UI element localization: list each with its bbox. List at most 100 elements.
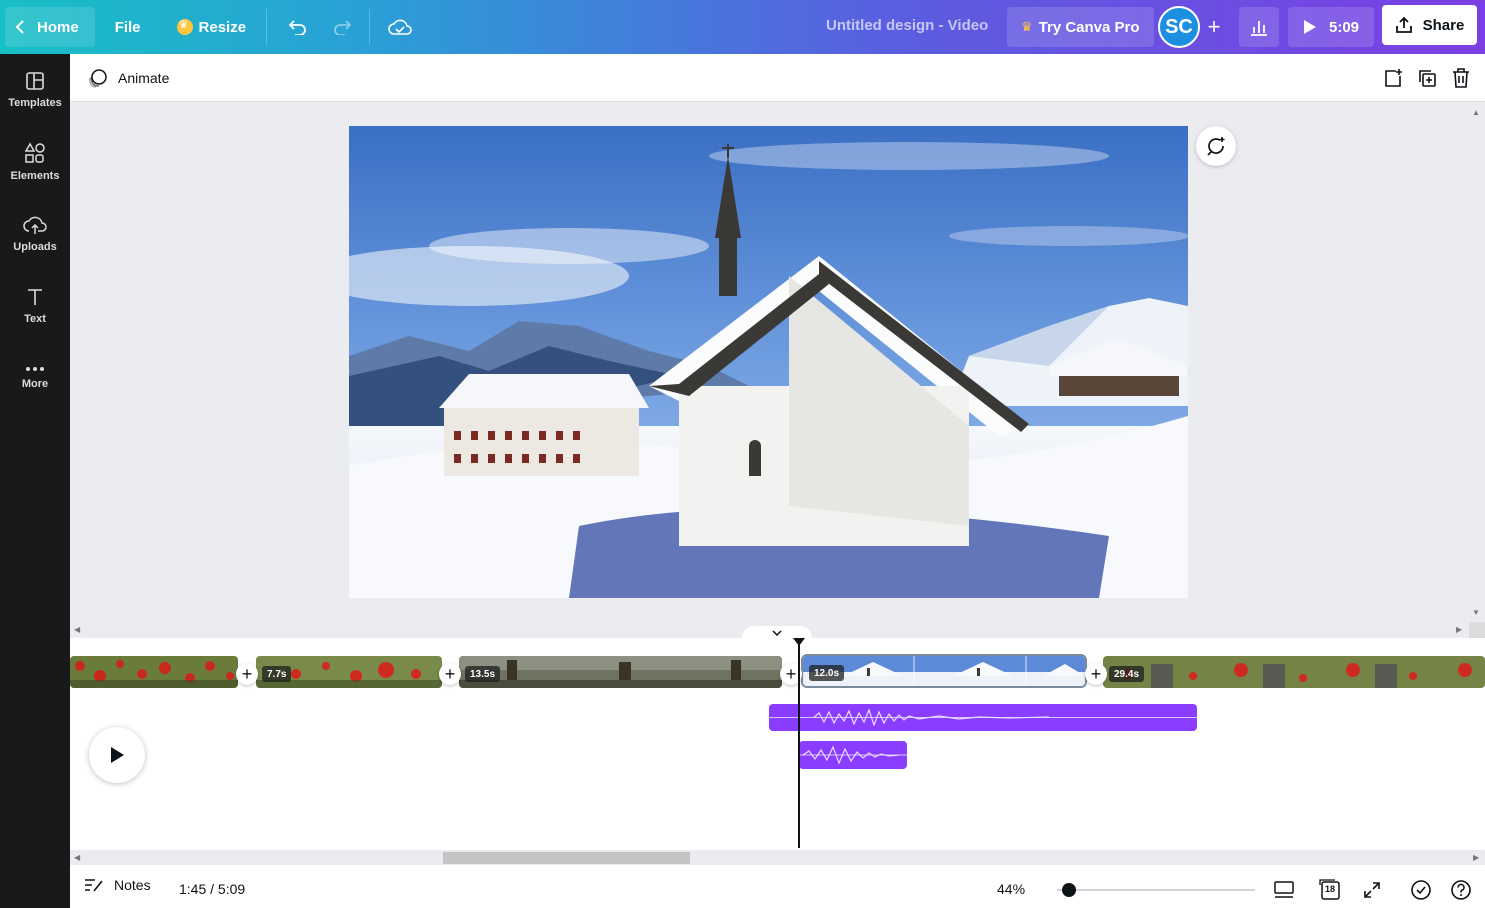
play-duration: 5:09 [1328, 18, 1360, 36]
bar-chart-icon [1251, 21, 1267, 36]
vertical-scrollbar[interactable]: ▲ ▼ [1467, 108, 1485, 622]
present-play-button[interactable]: 5:09 [1288, 7, 1374, 47]
sidebar-item-more[interactable]: More [0, 342, 70, 414]
try-pro-label: Try Canva Pro [1038, 18, 1140, 36]
playhead[interactable] [798, 642, 800, 848]
resize-button[interactable]: Resize [163, 7, 261, 47]
sidebar-item-label: Templates [8, 97, 62, 109]
zoom-level[interactable]: 44% [997, 881, 1025, 897]
divider [266, 9, 268, 45]
context-toolbar: Animate [70, 54, 1485, 102]
grid-view-button[interactable]: 18 [1318, 878, 1342, 902]
clip-duration-label: 29.4s [1109, 666, 1145, 682]
check-button[interactable] [1409, 878, 1433, 902]
share-label: Share [1422, 16, 1465, 34]
uploads-icon [23, 216, 47, 234]
animate-button[interactable]: Animate [82, 62, 175, 94]
notes-button[interactable]: Notes [84, 877, 151, 893]
scrollbar-thumb[interactable] [443, 852, 690, 864]
play-icon [1303, 20, 1316, 34]
page-count: 18 [1325, 884, 1336, 894]
video-frame-preview[interactable] [349, 126, 1188, 598]
sidebar-item-label: More [21, 378, 49, 390]
chevron-down-icon [772, 630, 782, 636]
redo-icon [334, 20, 352, 35]
scroll-left-icon: ◀ [74, 853, 81, 862]
duplicate-page-button[interactable] [1415, 66, 1439, 90]
elements-icon [24, 142, 45, 163]
plus-icon: + [785, 663, 797, 684]
timeline-clip[interactable] [70, 656, 238, 688]
fullscreen-icon [1364, 882, 1380, 898]
page-view-icon [1274, 881, 1294, 898]
clip-duration-label: 12.0s [809, 665, 845, 681]
crown-icon: ♛ [1021, 19, 1033, 34]
clip-duration-label: 7.7s [262, 666, 292, 682]
help-icon [1451, 880, 1471, 900]
audio-waveform [769, 708, 1197, 727]
sidebar: Templates Elements Uploads Text More [0, 54, 70, 908]
time-readout: 1:45 / 5:09 [179, 881, 246, 897]
scroll-left-icon: ◀ [74, 625, 81, 634]
add-member-button[interactable]: + [1200, 13, 1228, 41]
zoom-slider[interactable] [1057, 889, 1255, 891]
clip-duration-label: 13.5s [465, 666, 501, 682]
canvas-area: ▲ ▼ [70, 102, 1485, 622]
duplicate-icon [1419, 70, 1436, 87]
insights-button[interactable] [1239, 7, 1279, 47]
add-transition-button[interactable]: + [1085, 663, 1107, 685]
footer-bar: Notes 1:45 / 5:09 44% 18 [70, 865, 1485, 908]
scroll-up-icon: ▲ [1472, 108, 1480, 117]
share-button[interactable]: Share [1382, 5, 1477, 45]
timeline-clip-selected[interactable]: 12.0s [801, 654, 1087, 688]
animate-icon [88, 69, 107, 88]
notes-icon [85, 879, 103, 892]
refresh-plus-icon [1207, 137, 1225, 156]
clip-thumbnails [70, 656, 238, 688]
add-page-button[interactable] [1381, 66, 1405, 90]
undo-button[interactable] [277, 7, 317, 47]
audio-track[interactable] [769, 704, 1197, 731]
zoom-slider-handle[interactable] [1061, 883, 1076, 897]
timeline-clip[interactable]: 13.5s [459, 656, 782, 688]
file-menu-button[interactable]: File [101, 7, 155, 47]
templates-icon [26, 72, 44, 90]
alpine-chapel-image [349, 126, 1188, 598]
add-transition-button[interactable]: + [439, 663, 461, 685]
playhead-handle-icon[interactable] [793, 638, 805, 646]
regenerate-button[interactable] [1196, 126, 1236, 166]
sidebar-item-elements[interactable]: Elements [0, 126, 70, 198]
text-icon [28, 289, 42, 305]
help-button[interactable] [1449, 878, 1473, 902]
clip-thumbnails [459, 656, 782, 688]
home-button[interactable]: Home [5, 7, 95, 47]
share-upload-icon [1395, 16, 1412, 33]
undo-icon [288, 20, 306, 35]
timeline: + 7.7s + 13.5s + 12.0s + 29.4s [70, 626, 1485, 850]
timeline-clip[interactable]: 29.4s [1103, 656, 1485, 688]
plus-icon: + [1207, 14, 1221, 39]
sidebar-item-uploads[interactable]: Uploads [0, 198, 70, 270]
plus-icon: + [241, 663, 253, 684]
delete-page-button[interactable] [1449, 66, 1473, 90]
timeline-play-button[interactable] [89, 727, 145, 783]
cloud-save-button[interactable] [380, 7, 420, 47]
top-bar: Home File Resize Untitled design - Video… [0, 0, 1485, 54]
audio-track[interactable] [799, 741, 907, 769]
add-transition-button[interactable]: + [236, 663, 258, 685]
design-title[interactable]: Untitled design - Video [826, 17, 988, 34]
clip-thumbnails [1103, 656, 1485, 688]
scroll-down-icon: ▼ [1472, 608, 1480, 617]
avatar-initials: SC [1165, 15, 1193, 38]
timeline-horizontal-scrollbar[interactable]: ◀ ▶ [70, 850, 1485, 865]
sidebar-item-text[interactable]: Text [0, 270, 70, 342]
fullscreen-button[interactable] [1360, 878, 1384, 902]
timeline-clip[interactable]: 7.7s [256, 656, 442, 688]
redo-button[interactable] [323, 7, 363, 47]
page-view-button[interactable] [1272, 878, 1296, 902]
file-label: File [114, 18, 141, 36]
avatar[interactable]: SC [1158, 6, 1200, 48]
animate-label: Animate [118, 70, 170, 86]
try-canva-pro-button[interactable]: ♛ Try Canva Pro [1007, 7, 1154, 47]
sidebar-item-templates[interactable]: Templates [0, 54, 70, 126]
